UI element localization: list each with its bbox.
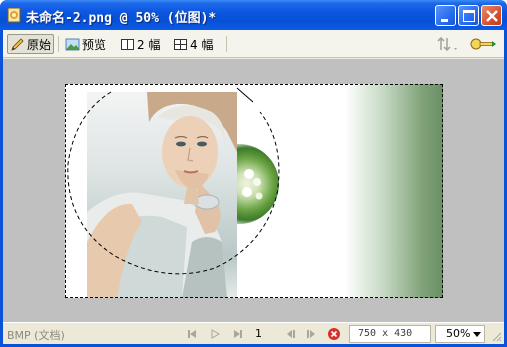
minimize-button[interactable] xyxy=(435,5,456,26)
fireworks-document-icon xyxy=(7,7,21,23)
view-toolbar: 原始 预览 2 幅 4 幅 xyxy=(3,30,504,58)
toolbar-divider xyxy=(226,36,227,52)
quick-export-button[interactable] xyxy=(468,34,498,54)
maximize-icon xyxy=(463,10,475,22)
canvas-area[interactable] xyxy=(3,59,504,322)
window-title: 未命名-2.png @ 50% (位图)* xyxy=(26,11,217,26)
tab-original[interactable]: 原始 xyxy=(7,34,55,54)
sort-arrows-icon xyxy=(437,36,457,52)
close-icon xyxy=(486,10,498,22)
document-type: BMP (文档) xyxy=(7,329,65,342)
last-frame-icon[interactable] xyxy=(231,327,245,341)
tab-2-up-label: 2 幅 xyxy=(137,37,161,52)
zoom-select[interactable]: 50% xyxy=(435,325,485,343)
document-canvas[interactable] xyxy=(65,84,443,298)
maximize-button[interactable] xyxy=(458,5,479,26)
chevron-down-icon xyxy=(473,332,481,337)
title-bar[interactable]: 未命名-2.png @ 50% (位图)* xyxy=(0,0,507,30)
next-frame-icon[interactable] xyxy=(305,327,319,341)
play-icon[interactable] xyxy=(208,327,222,341)
preview-image-icon xyxy=(65,38,80,50)
pencil-icon xyxy=(11,37,24,51)
zoom-value: 50% xyxy=(446,327,471,340)
tab-preview[interactable]: 预览 xyxy=(65,34,106,54)
tab-preview-label: 预览 xyxy=(82,37,107,52)
document-frame: 原始 预览 2 幅 4 幅 BMP (文档) 1 750 x 430 50% xyxy=(3,30,504,344)
close-button[interactable] xyxy=(481,5,502,26)
resize-grip-icon[interactable] xyxy=(490,330,502,342)
four-up-icon xyxy=(174,38,187,50)
tab-4-up-label: 4 幅 xyxy=(190,37,214,52)
tab-4-up[interactable]: 4 幅 xyxy=(173,34,213,54)
ellipse-selection-marquee xyxy=(67,87,280,275)
toolbar-divider xyxy=(58,36,59,52)
status-bar: BMP (文档) 1 750 x 430 50% xyxy=(3,322,504,344)
image-dimensions-value: 750 x 430 xyxy=(358,328,413,339)
document-window: 未命名-2.png @ 50% (位图)* 原始 预览 2 幅 4 幅 BMP … xyxy=(0,0,507,347)
export-key-icon xyxy=(470,38,496,50)
image-dimensions: 750 x 430 xyxy=(349,325,431,343)
first-frame-icon[interactable] xyxy=(185,327,199,341)
previous-frame-icon[interactable] xyxy=(283,327,297,341)
frame-number: 1 xyxy=(255,327,262,340)
two-up-icon xyxy=(121,38,134,50)
image-preview-button[interactable] xyxy=(433,34,463,54)
tab-2-up[interactable]: 2 幅 xyxy=(120,34,160,54)
stop-icon[interactable] xyxy=(327,327,341,341)
tab-original-label: 原始 xyxy=(27,37,52,52)
minimize-icon xyxy=(441,19,448,22)
